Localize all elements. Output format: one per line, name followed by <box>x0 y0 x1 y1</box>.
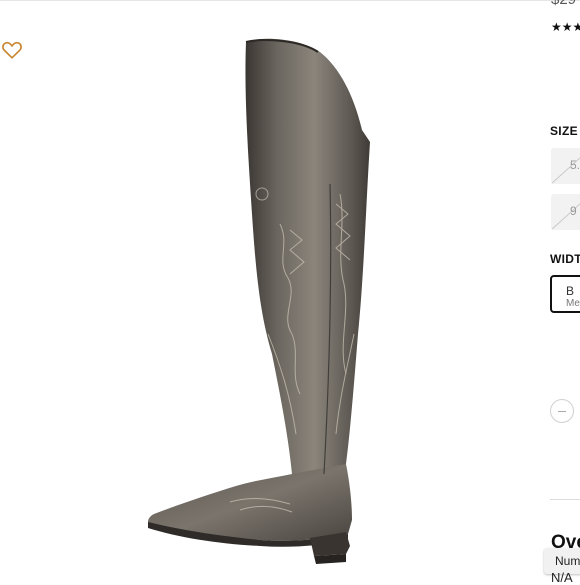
width-label: WIDT <box>550 252 580 266</box>
size-option-unavailable[interactable]: 9 <box>551 194 580 230</box>
size-label: SIZE <box>550 124 578 138</box>
width-option-selected[interactable]: B Me <box>550 275 580 313</box>
quantity-minus-button[interactable] <box>550 399 574 423</box>
product-image <box>140 34 380 570</box>
size-option-unavailable[interactable]: 5. <box>551 148 580 184</box>
number-label: Num <box>555 554 580 568</box>
width-code: B <box>566 284 575 298</box>
top-divider <box>0 0 580 1</box>
size-option-label: 9 <box>570 204 577 218</box>
number-value: N/A <box>551 570 573 585</box>
size-option-label: 5. <box>570 158 580 172</box>
favorite-heart-icon[interactable] <box>1 39 23 61</box>
section-divider <box>550 499 580 500</box>
width-name: Me <box>566 298 580 309</box>
price: $29 <box>551 0 576 8</box>
rating-stars: ★★★ <box>551 20 580 34</box>
